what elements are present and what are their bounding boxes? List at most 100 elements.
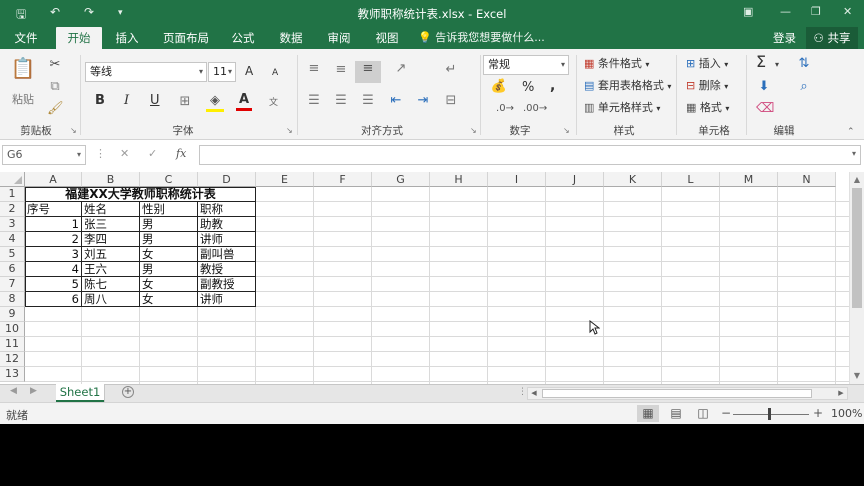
align-right-icon[interactable]: ☰	[360, 93, 376, 109]
column-header-c[interactable]: C	[140, 172, 198, 187]
clipboard-launcher-icon[interactable]: ↘	[70, 126, 77, 135]
column-header-e[interactable]: E	[256, 172, 314, 187]
prev-sheet-icon[interactable]: ◀	[10, 386, 17, 396]
font-size-combo[interactable]: 11 ▾	[208, 62, 236, 82]
zoom-slider[interactable]	[733, 414, 809, 415]
page-layout-view-icon[interactable]: ▤	[665, 405, 687, 422]
column-header-d[interactable]: D	[198, 172, 256, 187]
tab-insert[interactable]: 插入	[108, 27, 146, 49]
data-cell[interactable]: 男	[140, 232, 197, 246]
top-align-icon[interactable]: ≡	[306, 61, 322, 77]
number-launcher-icon[interactable]: ↘	[563, 126, 570, 135]
fill-color-icon[interactable]: ◈	[206, 93, 224, 112]
row-header-8[interactable]: 8	[0, 292, 25, 307]
decrease-font-button[interactable]: A	[272, 66, 278, 80]
merge-center-icon[interactable]: ⊟	[442, 93, 460, 109]
data-cell[interactable]: 男	[140, 217, 197, 231]
paste-label[interactable]: 粘贴	[12, 93, 34, 107]
sort-filter-icon[interactable]: ⇅	[794, 56, 814, 72]
format-as-table-button[interactable]: ▤ 套用表格格式 ▾	[584, 79, 671, 94]
data-cell[interactable]: 男	[140, 262, 197, 276]
row-header-7[interactable]: 7	[0, 277, 25, 292]
data-cell[interactable]: 张三	[82, 217, 139, 231]
orientation-icon[interactable]: ↗	[392, 61, 410, 77]
restore-icon[interactable]: ❐	[811, 5, 821, 18]
data-cell[interactable]: 陈七	[82, 277, 139, 291]
bold-button[interactable]: B	[95, 94, 105, 108]
font-color-icon[interactable]: A	[236, 92, 252, 111]
data-cell[interactable]: 李四	[82, 232, 139, 246]
border-icon[interactable]: ⊞	[176, 94, 194, 110]
tab-file[interactable]: 文件	[6, 27, 46, 49]
data-cell[interactable]: 王六	[82, 262, 139, 276]
tell-me-box[interactable]: 💡 告诉我您想要做什么...	[418, 27, 545, 49]
clear-icon[interactable]: ⌫	[756, 101, 774, 117]
cell-styles-button[interactable]: ▥ 单元格样式 ▾	[584, 101, 660, 116]
column-header-g[interactable]: G	[372, 172, 430, 187]
phonetic-button[interactable]: 文	[269, 96, 278, 110]
header-cell[interactable]: 性别	[140, 202, 197, 216]
column-header-n[interactable]: N	[778, 172, 836, 187]
wrap-text-icon[interactable]: ↵	[442, 62, 460, 78]
cancel-icon[interactable]: ✕	[120, 147, 129, 160]
conditional-formatting-button[interactable]: ▦ 条件格式 ▾	[584, 57, 649, 72]
number-format-combo[interactable]: 常规 ▾	[483, 55, 569, 75]
row-header-10[interactable]: 10	[0, 322, 25, 337]
row-header-9[interactable]: 9	[0, 307, 25, 322]
minimize-icon[interactable]: —	[780, 5, 791, 18]
data-cell[interactable]: 2	[25, 232, 81, 246]
tab-review[interactable]: 审阅	[321, 27, 357, 49]
data-cell[interactable]: 女	[140, 247, 197, 261]
autosum-button[interactable]: Σ	[756, 54, 766, 70]
collapse-ribbon-icon[interactable]: ⌃	[847, 125, 855, 139]
data-cell[interactable]: 女	[140, 292, 197, 306]
paste-icon[interactable]: 📋	[10, 57, 36, 79]
comma-button[interactable]: ,	[550, 79, 555, 93]
data-cell[interactable]: 讲师	[198, 232, 255, 246]
row-header-5[interactable]: 5	[0, 247, 25, 262]
tab-home[interactable]: 开始	[56, 27, 102, 49]
vertical-scrollbar[interactable]: ▲ ▼	[849, 172, 864, 384]
row-header-11[interactable]: 11	[0, 337, 25, 352]
sheet-title-cell[interactable]: 福建XX大学教师职称统计表	[25, 187, 256, 202]
data-cell[interactable]: 讲师	[198, 292, 255, 306]
zoom-in-icon[interactable]: +	[813, 406, 823, 420]
horizontal-scroll-thumb[interactable]	[542, 389, 812, 398]
data-cell[interactable]: 教授	[198, 262, 255, 276]
align-left-icon[interactable]: ☰	[306, 93, 322, 109]
signin-link[interactable]: 登录	[773, 27, 796, 49]
font-launcher-icon[interactable]: ↘	[286, 126, 293, 135]
underline-button[interactable]: U	[150, 94, 160, 108]
decrease-decimal-icon[interactable]: .00→	[523, 101, 547, 117]
zoom-slider-thumb[interactable]	[768, 408, 771, 420]
data-cell[interactable]: 副叫兽	[198, 247, 255, 261]
fill-icon[interactable]: ⬇	[756, 79, 772, 95]
page-break-view-icon[interactable]: ◫	[692, 405, 714, 422]
tab-formulas[interactable]: 公式	[225, 27, 261, 49]
italic-button[interactable]: I	[124, 94, 129, 108]
worksheet-grid[interactable]: A B C D E F G H I J K L M N 1 2 3 4 5 6 7 8 9 10 11 12 13 福建XX大学教师职…	[0, 172, 849, 384]
scroll-left-icon[interactable]: ◀	[528, 388, 540, 399]
header-cell[interactable]: 序号	[25, 202, 81, 216]
column-header-j[interactable]: J	[546, 172, 604, 187]
name-box[interactable]: G6 ▾	[2, 145, 86, 165]
percent-button[interactable]: %	[522, 81, 534, 95]
column-header-h[interactable]: H	[430, 172, 488, 187]
insert-function-button[interactable]: fx	[176, 147, 186, 160]
row-header-12[interactable]: 12	[0, 352, 25, 367]
column-header-a[interactable]: A	[25, 172, 82, 187]
currency-icon[interactable]: 💰	[490, 79, 508, 95]
row-header-1[interactable]: 1	[0, 187, 25, 202]
column-header-m[interactable]: M	[720, 172, 778, 187]
vertical-scroll-thumb[interactable]	[852, 188, 862, 308]
data-cell[interactable]: 4	[25, 262, 81, 276]
alignment-launcher-icon[interactable]: ↘	[470, 126, 477, 135]
cut-icon[interactable]: ✂	[47, 57, 63, 73]
data-cell[interactable]: 6	[25, 292, 81, 306]
row-header-13[interactable]: 13	[0, 367, 25, 382]
scroll-up-icon[interactable]: ▲	[850, 173, 864, 187]
tab-page-layout[interactable]: 页面布局	[158, 27, 214, 49]
column-header-i[interactable]: I	[488, 172, 546, 187]
increase-font-button[interactable]: A	[245, 64, 253, 78]
font-name-combo[interactable]: 等线 ▾	[85, 62, 207, 82]
